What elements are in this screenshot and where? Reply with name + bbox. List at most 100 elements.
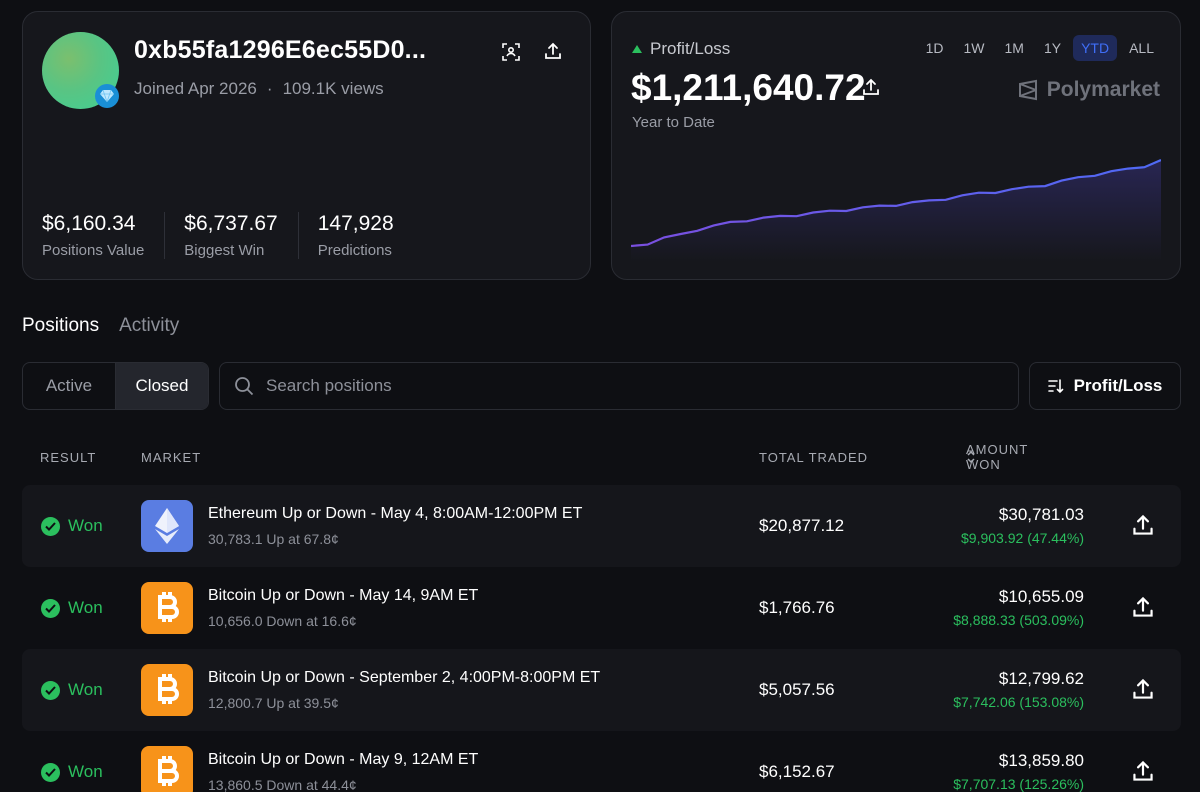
time-range-selector: 1D 1W 1M 1Y YTD ALL <box>918 35 1162 61</box>
amount-won: $30,781.03 <box>998 505 1084 524</box>
gain-percent: $8,888.33 (503.09%) <box>953 612 1084 628</box>
username: 0xb55fa1296E6ec55D0... <box>134 36 427 64</box>
sort-label: Profit/Loss <box>1073 376 1163 395</box>
position-tabs: Positions Activity <box>22 315 179 337</box>
range-1m[interactable]: 1M <box>997 35 1032 61</box>
ethereum-icon <box>141 500 193 552</box>
pnl-title-label: Profit/Loss <box>650 39 731 58</box>
bitcoin-icon <box>141 664 193 716</box>
check-circle-icon <box>41 516 60 536</box>
market-title[interactable]: Bitcoin Up or Down - September 2, 4:00PM… <box>208 669 600 687</box>
market-shares: 30,783.1 Up at 67.8¢ <box>208 531 339 547</box>
tab-positions[interactable]: Positions <box>22 315 99 337</box>
gain-percent: $9,903.92 (47.44%) <box>961 530 1084 546</box>
up-triangle-icon <box>632 45 642 53</box>
stat-label: Biggest Win <box>184 242 265 259</box>
pnl-chart <box>631 158 1161 262</box>
market-title[interactable]: Ethereum Up or Down - May 4, 8:00AM-12:0… <box>208 505 582 523</box>
search-input[interactable] <box>266 376 966 396</box>
row-share-icon[interactable] <box>1132 678 1154 700</box>
stat-predictions: 147,928 Predictions <box>318 212 414 259</box>
range-ytd[interactable]: YTD <box>1073 35 1118 61</box>
market-title[interactable]: Bitcoin Up or Down - May 9, 12AM ET <box>208 751 478 769</box>
market-shares: 10,656.0 Down at 16.6¢ <box>208 613 357 629</box>
profile-stats: $6,160.34 Positions Value $6,737.67 Bigg… <box>42 212 433 259</box>
filter-closed-button[interactable]: Closed <box>115 363 208 409</box>
range-all[interactable]: ALL <box>1121 35 1162 61</box>
result-badge: Won <box>41 762 103 782</box>
row-share-icon[interactable] <box>1132 596 1154 618</box>
pnl-title: Profit/Loss <box>632 39 730 59</box>
result-label: Won <box>68 516 103 535</box>
header-market: MARKET <box>141 450 202 465</box>
polymarket-logo-icon <box>1018 79 1037 101</box>
bitcoin-icon <box>141 582 193 634</box>
profile-card: 0xb55fa1296E6ec55D0... Joined Apr 2026 ·… <box>22 11 591 280</box>
pnl-area <box>631 160 1161 262</box>
range-1w[interactable]: 1W <box>956 35 993 61</box>
total-traded: $5,057.56 <box>759 680 835 699</box>
pnl-share-icon[interactable] <box>860 76 882 98</box>
check-circle-icon <box>41 598 60 618</box>
stat-label: Positions Value <box>42 242 145 259</box>
market-shares: 13,860.5 Down at 44.4¢ <box>208 777 357 792</box>
profile-meta: Joined Apr 2026 · 109.1K views <box>134 79 384 99</box>
stat-label: Predictions <box>317 242 392 259</box>
status-toggle: Active Closed <box>22 362 209 410</box>
joined-date: Joined Apr 2026 <box>134 79 257 98</box>
result-badge: Won <box>41 598 103 618</box>
result-badge: Won <box>41 680 103 700</box>
total-traded: $6,152.67 <box>759 762 835 781</box>
total-traded: $20,877.12 <box>759 516 845 535</box>
result-label: Won <box>68 680 103 699</box>
header-amount-won-label: AMOUNT WON <box>966 442 1029 472</box>
gain-percent: $7,707.13 (125.26%) <box>953 776 1084 792</box>
result-badge: Won <box>41 516 103 536</box>
row-share-icon[interactable] <box>1132 514 1154 536</box>
stat-value: 147,928 <box>317 212 394 235</box>
result-label: Won <box>68 598 103 617</box>
header-amount-won[interactable]: AMOUNT WON <box>966 442 1027 472</box>
pnl-card: Profit/Loss 1D 1W 1M 1Y YTD ALL $1,211,6… <box>611 11 1181 280</box>
range-1y[interactable]: 1Y <box>1036 35 1069 61</box>
table-row[interactable]: Won Ethereum Up or Down - May 4, 8:00AM-… <box>22 485 1181 567</box>
search-icon <box>235 377 254 396</box>
pnl-period: Year to Date <box>632 114 715 131</box>
table-row[interactable]: Won Bitcoin Up or Down - May 14, 9AM ET … <box>22 567 1181 649</box>
row-share-icon[interactable] <box>1132 760 1154 782</box>
brand-name: Polymarket <box>1046 78 1160 101</box>
check-circle-icon <box>41 762 60 782</box>
stat-value: $6,737.67 <box>184 212 278 235</box>
bitcoin-icon <box>141 746 193 792</box>
market-shares: 12,800.7 Up at 39.5¢ <box>208 695 339 711</box>
amount-won: $12,799.62 <box>998 669 1084 688</box>
header-result: RESULT <box>40 450 97 465</box>
range-1d[interactable]: 1D <box>918 35 952 61</box>
table-row[interactable]: Won Bitcoin Up or Down - May 9, 12AM ET … <box>22 731 1181 792</box>
gain-percent: $7,742.06 (153.08%) <box>953 694 1084 710</box>
market-title[interactable]: Bitcoin Up or Down - May 14, 9AM ET <box>208 587 478 605</box>
total-traded: $1,766.76 <box>759 598 835 617</box>
amount-won: $10,655.09 <box>998 587 1084 606</box>
header-total-traded: TOTAL TRADED <box>759 450 869 465</box>
amount-won: $13,859.80 <box>998 751 1084 770</box>
search-box <box>219 362 1019 410</box>
stat-positions-value: $6,160.34 Positions Value <box>42 212 166 259</box>
stat-value: $6,160.34 <box>42 212 136 235</box>
views-count: 109.1K views <box>282 79 384 98</box>
diamond-badge-icon <box>95 84 119 108</box>
sort-icon <box>1047 379 1063 394</box>
result-label: Won <box>68 762 103 781</box>
pnl-value: $1,211,640.72 <box>631 67 866 108</box>
polymarket-brand: Polymarket <box>1017 78 1160 102</box>
check-circle-icon <box>41 680 60 700</box>
filter-active-button[interactable]: Active <box>23 363 115 409</box>
scan-icon[interactable] <box>500 41 522 63</box>
share-icon[interactable] <box>542 40 564 62</box>
tab-activity[interactable]: Activity <box>119 315 179 337</box>
table-row[interactable]: Won Bitcoin Up or Down - September 2, 4:… <box>22 649 1181 731</box>
stat-biggest-win: $6,737.67 Biggest Win <box>184 212 299 259</box>
sort-button[interactable]: Profit/Loss <box>1029 362 1181 410</box>
meta-separator: · <box>266 79 273 98</box>
positions-table: Won Ethereum Up or Down - May 4, 8:00AM-… <box>22 485 1181 792</box>
